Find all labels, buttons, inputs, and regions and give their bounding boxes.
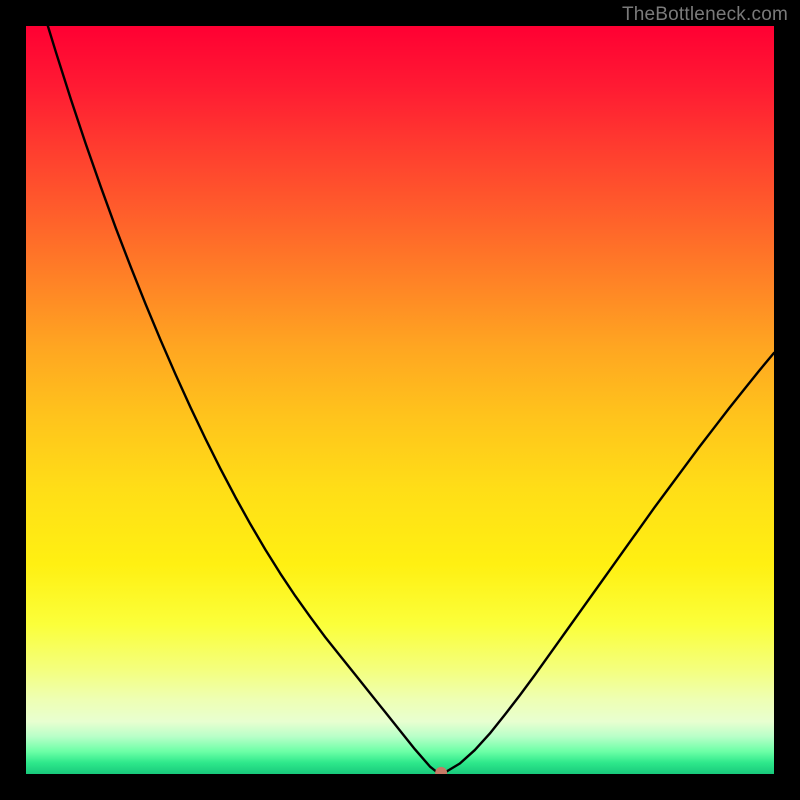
chart-svg [26, 26, 774, 774]
curve-path [26, 26, 774, 773]
chart-frame: TheBottleneck.com [0, 0, 800, 800]
minimum-marker [435, 767, 447, 774]
plot-area [26, 26, 774, 774]
watermark-text: TheBottleneck.com [622, 4, 788, 26]
